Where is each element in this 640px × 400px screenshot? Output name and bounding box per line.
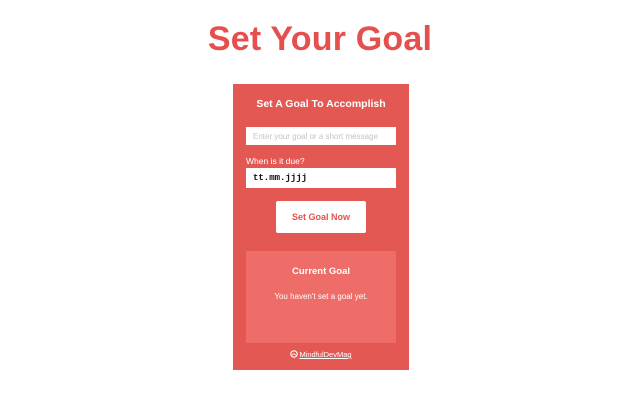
set-goal-button[interactable]: Set Goal Now [276,201,366,233]
mindful-logo-icon [290,350,299,358]
panel-title: Set A Goal To Accomplish [256,98,386,110]
due-date-input[interactable]: tt.mm.jjjj [246,168,396,188]
page-title: Set Your Goal [207,20,433,58]
footer-brand-text: MindfulDevMag [299,350,352,359]
current-goal-message: You haven't set a goal yet. [274,292,368,301]
current-goal-title: Current Goal [291,266,351,277]
goal-input[interactable] [246,127,396,145]
current-goal-box: Current Goal You haven't set a goal yet. [246,251,396,343]
due-date-label: When is it due? [246,156,305,166]
goal-panel: Set A Goal To Accomplish When is it due?… [233,84,409,370]
footer-logo-link[interactable]: MindfulDevMag [233,350,409,359]
